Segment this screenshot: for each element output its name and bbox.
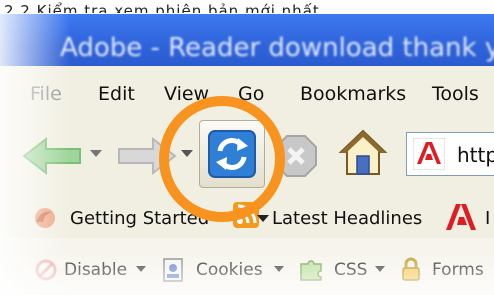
bookmark-latest-headlines[interactable]: Latest Headlines — [272, 208, 422, 229]
cookies-icon — [163, 258, 183, 282]
window-title: Adobe - Reader download thank yo — [60, 33, 494, 63]
rss-dropdown-icon[interactable] — [257, 215, 269, 223]
url-field[interactable]: http — [406, 132, 494, 176]
window-titlebar: Adobe - Reader download thank yo — [0, 14, 494, 66]
firefox-icon — [35, 208, 55, 228]
css-menu[interactable]: CSS — [334, 260, 367, 280]
menu-tools[interactable]: Tools — [432, 83, 479, 105]
forms-lock-icon — [402, 257, 420, 281]
home-icon[interactable] — [338, 128, 388, 178]
css-dropdown-icon[interactable] — [375, 266, 385, 273]
adobe-bookmark-icon — [446, 204, 476, 230]
cookies-dropdown-icon[interactable] — [274, 266, 284, 273]
back-arrow-icon[interactable] — [22, 136, 84, 176]
back-dropdown-icon[interactable] — [90, 150, 102, 158]
disable-icon — [35, 259, 57, 281]
bookmark-truncated[interactable]: I — [485, 208, 490, 229]
menu-bookmarks[interactable]: Bookmarks — [300, 83, 406, 105]
highlight-circle — [159, 96, 285, 222]
menu-edit[interactable]: Edit — [98, 83, 135, 105]
disable-dropdown-icon[interactable] — [136, 266, 146, 273]
adobe-logo-icon — [413, 138, 445, 170]
menu-file[interactable]: File — [30, 83, 62, 105]
cookies-menu[interactable]: Cookies — [196, 260, 263, 280]
disable-menu[interactable]: Disable — [64, 260, 127, 280]
url-text: http — [457, 143, 494, 167]
forms-menu[interactable]: Forms — [432, 260, 484, 280]
css-puzzle-icon — [300, 260, 322, 281]
